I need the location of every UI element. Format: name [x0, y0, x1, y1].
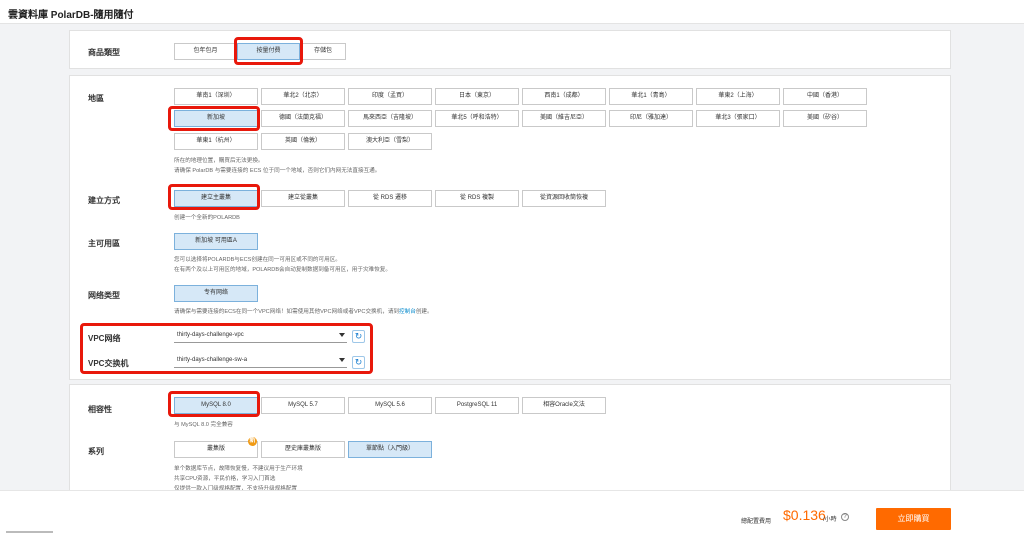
highlight-box — [168, 184, 260, 210]
region-option[interactable]: 華北2（北京） — [261, 88, 345, 105]
engine-option[interactable]: PostgreSQL 11 — [435, 397, 519, 414]
price-footer: 總配置費用 $0.136 /小時 ? 立即購買 — [0, 490, 1024, 534]
series-option[interactable]: 歷史庫叢集版 — [261, 441, 345, 458]
series-option[interactable]: 叢集版 — [174, 441, 258, 458]
zone-hint: 您可以选择将POLARDB与ECS创建在同一可用区或不同的可用区。 — [174, 257, 341, 263]
zone-hint: 在有两个及以上可用区的地域，POLARDB会自动复制数据到备可用区，用于灾难恢复… — [174, 267, 391, 273]
region-option[interactable]: 西南1（成都） — [522, 88, 606, 105]
price-unit: /小時 — [823, 517, 837, 523]
region-option[interactable]: 華北5（呼和浩特） — [435, 110, 519, 127]
series-option-single-node[interactable]: 單節點（入門級） — [348, 441, 432, 458]
series-hint: 单个数据库节点，故障恢复慢，不建议用于生产环境 — [174, 466, 303, 472]
page-title: 雲資料庫 PolarDB-隨用隨付 — [8, 10, 134, 21]
region-option[interactable]: 中國（香港） — [783, 88, 867, 105]
buy-now-button[interactable]: 立即購買 — [876, 508, 951, 530]
engine-option[interactable]: MySQL 5.7 — [261, 397, 345, 414]
region-label: 地區 — [88, 94, 104, 103]
primary-zone-label: 主可用區 — [88, 239, 120, 248]
region-option[interactable]: 華南1（深圳） — [174, 88, 258, 105]
region-option[interactable]: 印度（孟買） — [348, 88, 432, 105]
network-option-vpc[interactable]: 专有网络 — [174, 285, 258, 302]
region-option[interactable]: 華北3（張家口） — [696, 110, 780, 127]
create-option[interactable]: 從資源回收筒恢複 — [522, 190, 606, 207]
create-option[interactable]: 從 RDS 複製 — [435, 190, 519, 207]
highlight-box — [234, 37, 303, 65]
region-option[interactable]: 華北1（青島） — [609, 88, 693, 105]
region-option[interactable]: 美國（維吉尼亞） — [522, 110, 606, 127]
new-badge-icon: 新 — [248, 437, 257, 446]
create-option[interactable]: 建立從叢集 — [261, 190, 345, 207]
region-option[interactable]: 華東1（杭州） — [174, 133, 258, 150]
region-option[interactable]: 馬來西亞（吉隆坡） — [348, 110, 432, 127]
create-method-label: 建立方式 — [88, 196, 120, 205]
help-icon[interactable]: ? — [841, 513, 849, 521]
option-storage-package[interactable]: 存儲包 — [300, 43, 346, 60]
create-method-hint: 创建一个全新的POLARDB — [174, 215, 240, 221]
region-hint: 所在的地理位置，購買后无法更換。 — [174, 158, 264, 164]
region-option[interactable]: 英國（倫敦） — [261, 133, 345, 150]
option-subscription[interactable]: 包年包月 — [174, 43, 237, 60]
region-option[interactable]: 美國（矽谷） — [783, 110, 867, 127]
page-header: 雲資料庫 PolarDB-隨用隨付 — [0, 0, 1024, 24]
console-link[interactable]: 控制台 — [399, 309, 416, 315]
highlight-box — [80, 323, 373, 374]
region-option[interactable]: 華東2（上海） — [696, 88, 780, 105]
engine-option[interactable]: 相容Oracle文法 — [522, 397, 606, 414]
series-label: 系列 — [88, 447, 104, 456]
zone-option[interactable]: 新加坡 可用區A — [174, 233, 258, 250]
highlight-box — [168, 391, 260, 417]
network-hint: 请确保与需要连接的ECS在同一个VPC网络！如需使用其他VPC网络或者VPC交换… — [174, 309, 433, 315]
series-hint: 共享CPU资源，平民价格，学习入门首选 — [174, 476, 276, 482]
region-option[interactable]: 印尼（雅加達） — [609, 110, 693, 127]
scroll-indicator — [6, 531, 53, 533]
product-type-section: 商品類型 包年包月 按量付費 存儲包 — [69, 30, 951, 69]
engine-section: 相容性 MySQL 8.0 MySQL 5.7 MySQL 5.6 Postgr… — [69, 384, 951, 494]
engine-option[interactable]: MySQL 5.6 — [348, 397, 432, 414]
region-option[interactable]: 澳大利亞（雪梨） — [348, 133, 432, 150]
region-option[interactable]: 德國（法蘭克福） — [261, 110, 345, 127]
configuration-section: 地區 華南1（深圳） 華北2（北京） 印度（孟買） 日本（東京） 西南1（成都）… — [69, 75, 951, 380]
compat-label: 相容性 — [88, 405, 112, 414]
product-type-label: 商品類型 — [88, 48, 120, 57]
total-cost-label: 總配置費用 — [741, 519, 772, 525]
network-type-label: 网络类型 — [88, 291, 120, 300]
compat-hint: 与 MySQL 8.0 完全兼容 — [174, 422, 233, 428]
region-option[interactable]: 日本（東京） — [435, 88, 519, 105]
total-price: $0.136 — [783, 507, 826, 523]
create-option[interactable]: 從 RDS 遷移 — [348, 190, 432, 207]
region-hint: 请确保 PolarDB 与需要连接的 ECS 位于同一个地域，否则它们内网无法直… — [174, 168, 381, 174]
highlight-box — [168, 106, 260, 131]
